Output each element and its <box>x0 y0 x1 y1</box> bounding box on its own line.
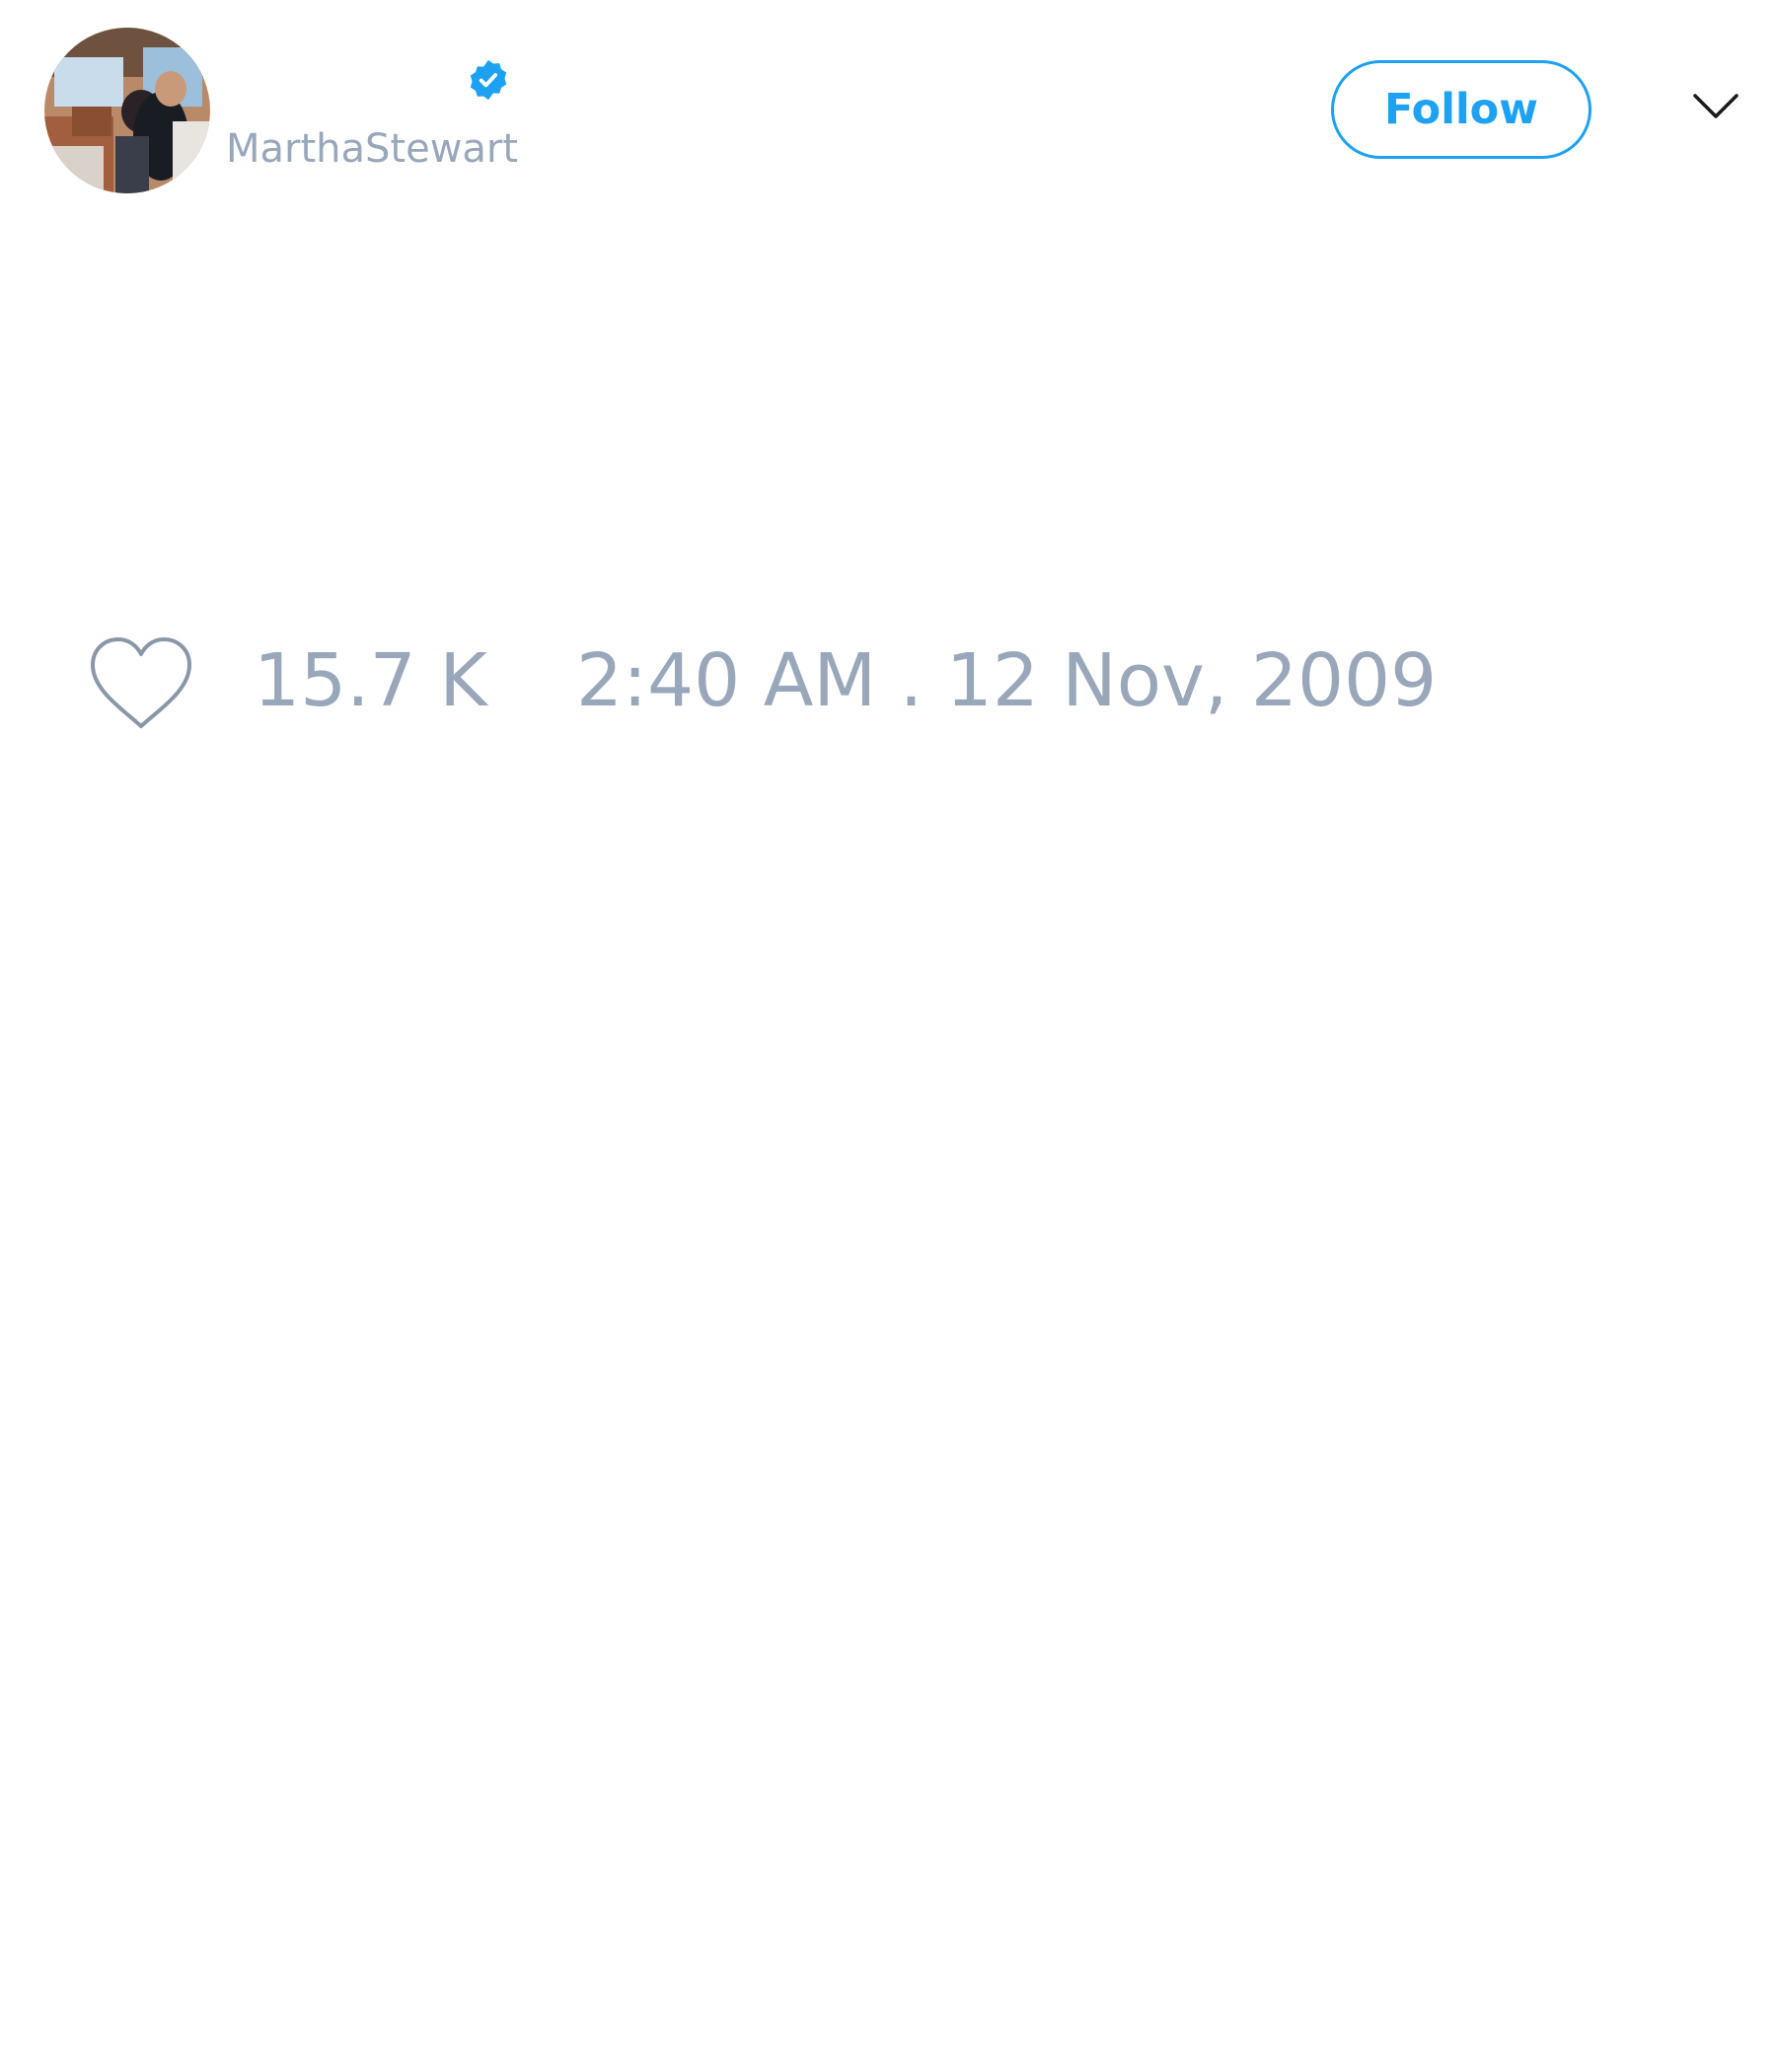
verified-badge-icon <box>470 59 507 101</box>
tweet-timestamp[interactable]: 2:40 AM . 12 Nov, 2009 <box>576 631 1437 730</box>
like-count: 15.7 K <box>254 638 487 723</box>
avatar[interactable] <box>44 28 210 193</box>
heart-outline-icon[interactable] <box>89 635 193 730</box>
user-handle[interactable]: MarthaStewart <box>226 126 518 172</box>
follow-button[interactable]: Follow <box>1331 60 1591 159</box>
chevron-down-icon[interactable] <box>1692 89 1739 124</box>
avatar-photo <box>44 28 210 193</box>
tweet-card: MarthaStewart Follow 15.7 K 2:40 AM . 12… <box>0 0 1776 2072</box>
